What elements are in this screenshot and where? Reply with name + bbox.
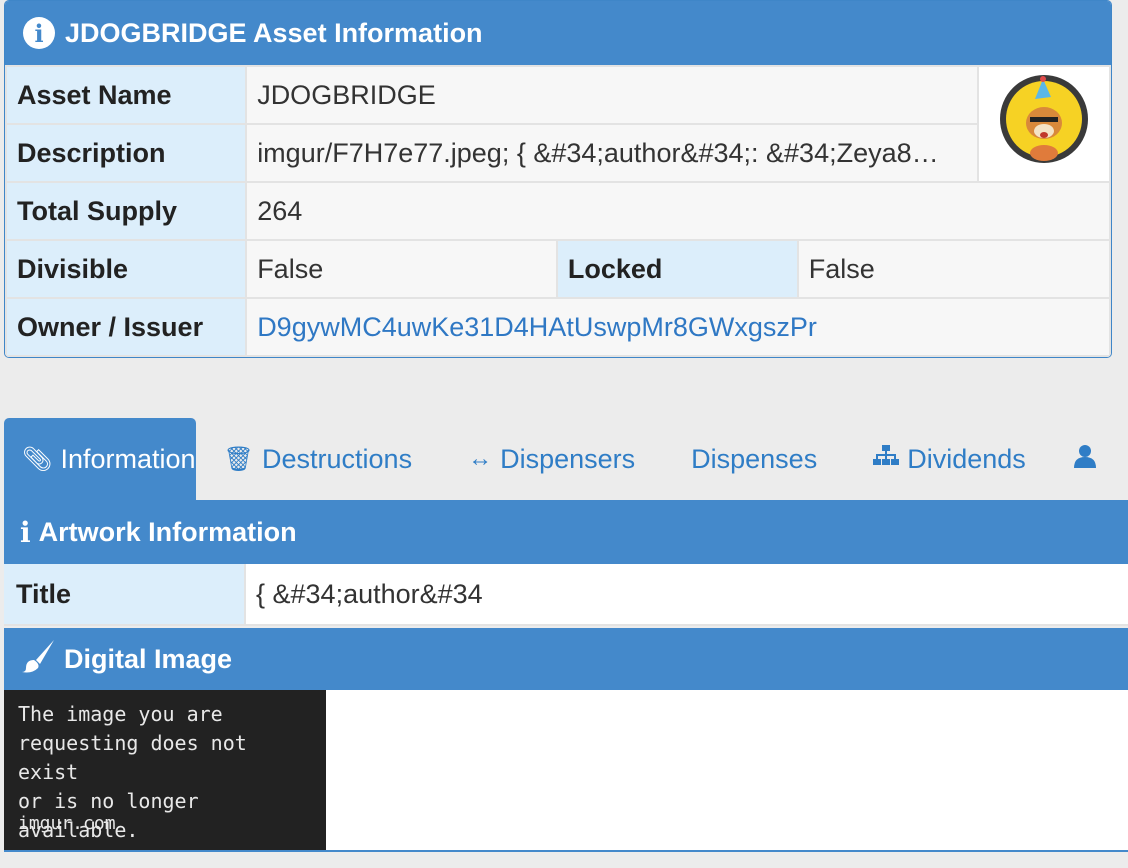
digital-image-area: The image you are requesting does not ex… bbox=[4, 690, 1128, 852]
digital-image-header: Digital Image bbox=[4, 628, 1128, 690]
tab-dispensers[interactable]: ↔ Dispensers bbox=[440, 418, 663, 500]
placeholder-domain: imgur.com bbox=[18, 813, 116, 834]
description-label: Description bbox=[5, 123, 248, 183]
tab-holders-partial[interactable] bbox=[1054, 418, 1128, 500]
table-row: Total Supply 264 bbox=[5, 181, 1111, 241]
info-circle-icon: i bbox=[23, 17, 55, 49]
arrows-horizontal-icon: ↔ bbox=[468, 445, 493, 472]
artwork-title-row: Title { &#34;author&#34 bbox=[4, 564, 1128, 626]
title-label: Title bbox=[4, 564, 246, 624]
paperclip-icon: 📎︎ bbox=[22, 445, 53, 473]
tab-label: Dispensers bbox=[500, 443, 636, 474]
paint-brush-icon bbox=[20, 638, 56, 681]
divisible-value: False bbox=[245, 239, 558, 299]
locked-label: Locked bbox=[555, 239, 799, 299]
divisible-label: Divisible bbox=[5, 239, 248, 299]
asset-name-value: JDOGBRIDGE bbox=[245, 65, 980, 125]
trash-icon: 🗑︎ bbox=[223, 445, 255, 473]
table-row: Description imgur/F7H7e77.jpeg; { &#34;a… bbox=[5, 123, 1110, 183]
description-value: imgur/F7H7e77.jpeg; { &#34;author&#34;: … bbox=[245, 123, 980, 183]
info-icon: i bbox=[20, 515, 31, 549]
tab-label: Information bbox=[60, 443, 196, 474]
table-row: Asset Name JDOGBRIDGE bbox=[5, 65, 1111, 183]
asset-info-panel: i JDOGBRIDGE Asset Information Asset Nam… bbox=[4, 0, 1112, 358]
table-row: Owner / Issuer D9gywMC4uwKe31D4HAtUswpMr… bbox=[5, 297, 1111, 357]
table-row: Divisible False Locked False bbox=[5, 239, 1111, 299]
owner-label: Owner / Issuer bbox=[5, 297, 248, 357]
owner-value-cell: D9gywMC4uwKe31D4HAtUswpMr8GWxgszPr bbox=[245, 297, 1111, 357]
locked-value: False bbox=[796, 239, 1111, 299]
user-icon bbox=[1073, 444, 1096, 475]
digital-image-title: Digital Image bbox=[64, 643, 233, 674]
asset-name-label: Asset Name bbox=[5, 65, 248, 125]
sitemap-icon bbox=[873, 444, 900, 474]
placeholder-line: requesting does not exist bbox=[18, 731, 247, 784]
owner-address-link[interactable]: D9gywMC4uwKe31D4HAtUswpMr8GWxgszPr bbox=[257, 312, 817, 342]
total-supply-label: Total Supply bbox=[5, 181, 248, 241]
image-unavailable-placeholder[interactable]: The image you are requesting does not ex… bbox=[4, 690, 326, 850]
asset-panel-header: i JDOGBRIDGE Asset Information bbox=[5, 1, 1111, 65]
asset-icon-cell bbox=[977, 65, 1111, 183]
tab-label: Destructions bbox=[262, 443, 413, 474]
tab-dividends[interactable]: Dividends bbox=[845, 418, 1054, 500]
placeholder-line: The image you are bbox=[18, 702, 223, 726]
asset-tabs: 📎︎ Information 🗑︎ Destructions ↔ Dispens… bbox=[0, 418, 1128, 500]
tab-dispenses[interactable]: Dispenses bbox=[663, 418, 845, 500]
title-value: { &#34;author&#34 bbox=[246, 564, 1128, 624]
tab-label: Dividends bbox=[907, 443, 1026, 474]
asset-table: Asset Name JDOGBRIDGE Description imgur/… bbox=[5, 65, 1111, 357]
total-supply-value: 264 bbox=[245, 181, 1111, 241]
artwork-info-header: i Artwork Information bbox=[4, 500, 1128, 564]
tab-label: Dispenses bbox=[691, 443, 818, 474]
tab-destructions[interactable]: 🗑︎ Destructions bbox=[196, 418, 441, 500]
tab-information[interactable]: 📎︎ Information bbox=[4, 418, 196, 500]
artwork-header-title: Artwork Information bbox=[38, 516, 297, 547]
dog-asset-icon[interactable] bbox=[999, 73, 1089, 169]
asset-panel-title: JDOGBRIDGE Asset Information bbox=[65, 17, 483, 48]
